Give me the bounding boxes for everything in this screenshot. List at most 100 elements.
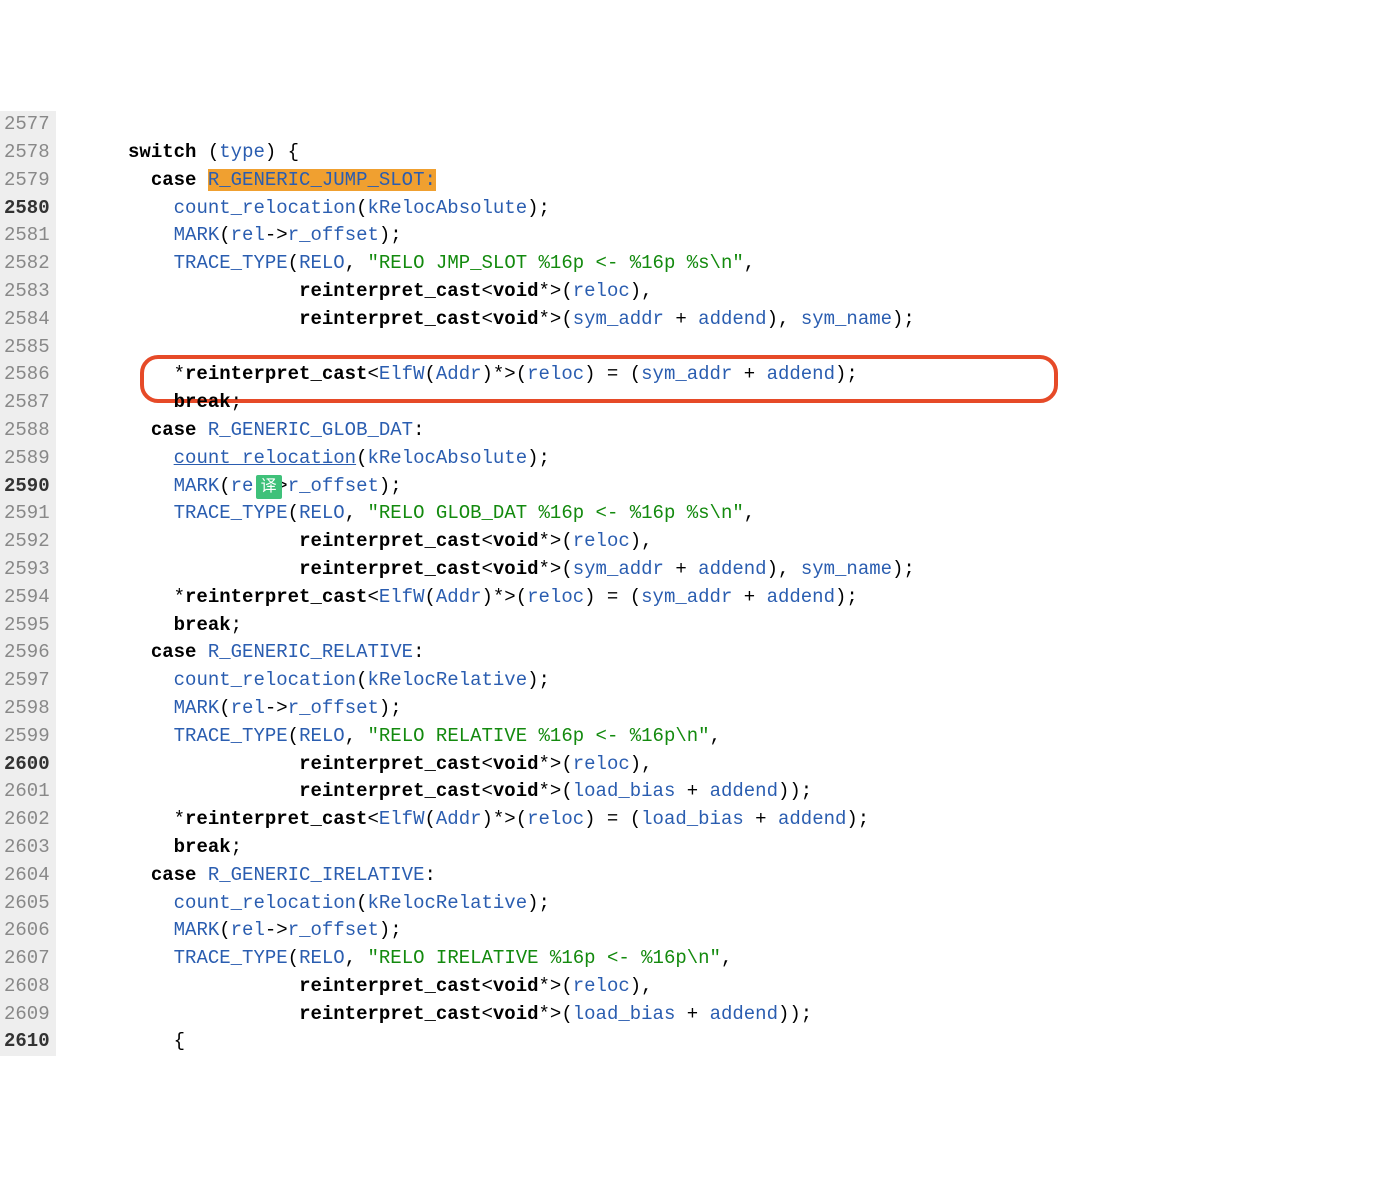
code-token: * — [60, 363, 185, 385]
code-token: < — [482, 1003, 493, 1025]
code-token: ); — [527, 197, 550, 219]
line-number: 2595 — [4, 612, 50, 640]
code-token: : — [413, 641, 424, 663]
code-token: * — [60, 808, 185, 830]
code-line: MARK(rel->r_offset); — [60, 917, 1392, 945]
code-token: < — [482, 558, 493, 580]
code-token — [60, 947, 174, 969]
code-token: , — [345, 725, 368, 747]
code-token: -> — [265, 697, 288, 719]
code-token: addend — [698, 558, 766, 580]
line-number: 2609 — [4, 1001, 50, 1029]
code-token: *>( — [539, 753, 573, 775]
code-token: reloc — [573, 530, 630, 552]
code-token: "RELO RELATIVE %16p <- %16p\n" — [368, 725, 710, 747]
code-token: sym_addr — [573, 308, 664, 330]
line-number: 2596 — [4, 639, 50, 667]
code-token: ), — [630, 530, 653, 552]
code-token — [196, 864, 207, 886]
code-token: R_GENERIC_GLOB_DAT — [208, 419, 413, 441]
code-token: ( — [356, 197, 367, 219]
code-line: *reinterpret_cast<ElfW(Addr)*>(reloc) = … — [60, 584, 1392, 612]
code-token: )*>( — [482, 586, 528, 608]
code-token: ); — [835, 363, 858, 385]
code-token — [60, 975, 299, 997]
code-token: ElfW — [379, 586, 425, 608]
code-token — [60, 447, 174, 469]
code-token: + — [664, 558, 698, 580]
code-token: < — [482, 530, 493, 552]
line-number: 2603 — [4, 834, 50, 862]
code-token: reinterpret_cast — [299, 753, 481, 775]
code-token: *>( — [539, 975, 573, 997]
code-token: -> — [265, 919, 288, 941]
code-token: ( — [424, 363, 435, 385]
code-token: ElfW — [379, 808, 425, 830]
code-token: *>( — [539, 530, 573, 552]
code-token: "RELO GLOB_DAT %16p <- %16p %s\n" — [368, 502, 744, 524]
code-token: < — [367, 363, 378, 385]
code-token: < — [482, 753, 493, 775]
code-line: reinterpret_cast<void*>(load_bias + adde… — [60, 778, 1392, 806]
code-token: ( — [424, 808, 435, 830]
code-token: R_GENERIC_IRELATIVE — [208, 864, 425, 886]
code-token: rel — [231, 919, 265, 941]
code-token: rel — [231, 697, 265, 719]
code-token: TRACE_TYPE — [174, 725, 288, 747]
code-token: reinterpret_cast — [185, 808, 367, 830]
code-token: ( — [288, 252, 299, 274]
code-token: , — [721, 947, 732, 969]
code-token: r_offset — [288, 224, 379, 246]
code-token: ( — [219, 919, 230, 941]
code-token: break — [174, 836, 231, 858]
line-number: 2598 — [4, 695, 50, 723]
code-line: { — [60, 1028, 1392, 1056]
code-token: ; — [231, 391, 242, 413]
code-token: ( — [356, 892, 367, 914]
code-token: ) = ( — [584, 586, 641, 608]
code-token — [60, 864, 151, 886]
line-number: 2588 — [4, 417, 50, 445]
code-token — [60, 725, 174, 747]
code-token: kRelocAbsolute — [367, 197, 527, 219]
code-line: reinterpret_cast<void*>(sym_addr + adden… — [60, 556, 1392, 584]
code-token: ( — [288, 947, 299, 969]
code-token: load_bias — [573, 780, 676, 802]
code-token: void — [493, 975, 539, 997]
code-token: + — [675, 1003, 709, 1025]
code-token — [60, 308, 299, 330]
line-number: 2605 — [4, 890, 50, 918]
code-token: reloc — [527, 808, 584, 830]
code-token: switch — [128, 141, 196, 163]
code-token: reloc — [573, 753, 630, 775]
code-token: ); — [379, 697, 402, 719]
code-line: TRACE_TYPE(RELO, "RELO GLOB_DAT %16p <- … — [60, 500, 1392, 528]
code-line: switch (type) { — [60, 139, 1392, 167]
code-token: MARK — [174, 475, 220, 497]
code-token: count_relocation — [174, 197, 356, 219]
code-line: reinterpret_cast<void*>(reloc), — [60, 973, 1392, 1001]
code-token: ), — [630, 280, 653, 302]
code-token: reinterpret_cast — [299, 308, 481, 330]
code-token: ), — [767, 308, 801, 330]
code-line: break; — [60, 389, 1392, 417]
code-token: + — [732, 363, 766, 385]
line-number-gutter: 2577257825792580258125822583258425852586… — [0, 111, 56, 1056]
code-token: < — [482, 280, 493, 302]
code-token: reinterpret_cast — [185, 363, 367, 385]
code-token: MARK — [174, 224, 220, 246]
code-token — [196, 641, 207, 663]
code-token: , — [710, 725, 721, 747]
code-line: count_relocation(kRelocAbsolute); — [60, 195, 1392, 223]
code-token: sym_name — [801, 558, 892, 580]
code-token: rel — [231, 475, 265, 497]
code-token: break — [174, 614, 231, 636]
code-token: kRelocRelative — [367, 892, 527, 914]
code-token: void — [493, 280, 539, 302]
line-number: 2592 — [4, 528, 50, 556]
code-line: reinterpret_cast<void*>(load_bias + adde… — [60, 1001, 1392, 1029]
line-number: 2602 — [4, 806, 50, 834]
code-token — [60, 919, 174, 941]
code-token: + — [664, 308, 698, 330]
line-number: 2580 — [4, 195, 50, 223]
